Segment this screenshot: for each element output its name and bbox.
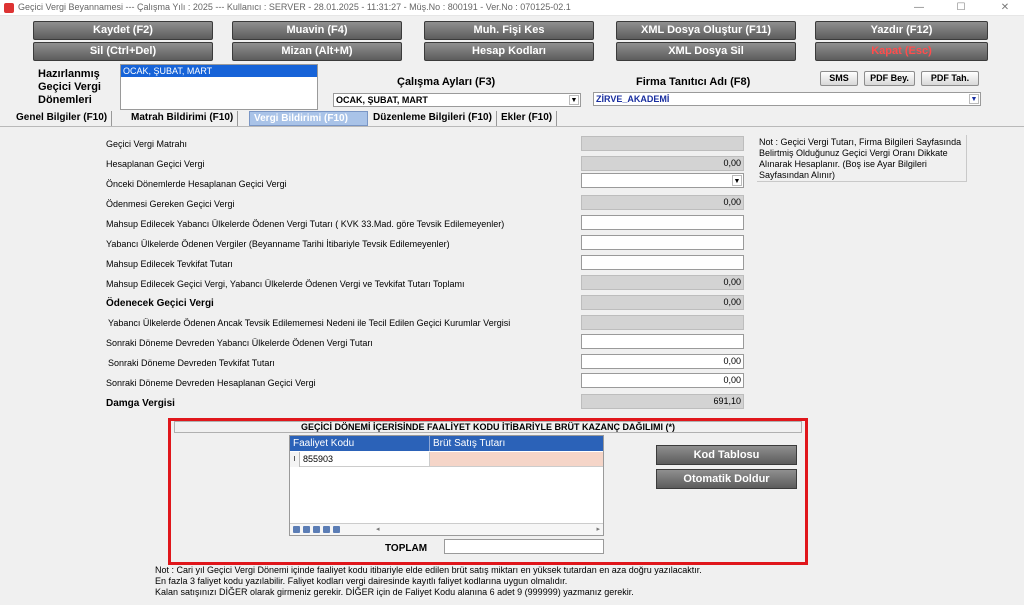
field-hesaplanan-gecici-vergi: 0,00 — [581, 156, 744, 171]
minimize-button[interactable]: — — [904, 0, 934, 16]
window-title: Geçici Vergi Beyannamesi --- Çalışma Yıl… — [18, 2, 571, 12]
row-label-tecil-edilen: Yabancı Ülkelerde Ödenen Ancak Tevsik Ed… — [108, 318, 511, 328]
close-window-button[interactable]: ✕ — [990, 0, 1020, 16]
field-odenmesi-gereken: 0,00 — [581, 195, 744, 210]
field-devreden-yabanci[interactable] — [581, 334, 744, 349]
firm-combo[interactable]: ZİRVE_AKADEMİ ▼ — [593, 92, 981, 106]
field-mahsup-yabanci[interactable] — [581, 215, 744, 230]
row-label-gecici-vergi-matrahi: Geçici Vergi Matrahı — [106, 139, 188, 149]
mizan-button[interactable]: Mizan (Alt+M) — [232, 42, 402, 61]
months-label: Çalışma Ayları (F3) — [397, 76, 496, 88]
periods-listbox[interactable]: OCAK, ŞUBAT, MART — [120, 64, 318, 110]
row-label-mahsup-toplami: Mahsup Edilecek Geçici Vergi, Yabancı Ül… — [106, 279, 465, 289]
main-window: Geçici Vergi Beyannamesi --- Çalışma Yıl… — [0, 0, 1024, 605]
kapat-button[interactable]: Kapat (Esc) — [815, 42, 988, 61]
chevron-down-icon[interactable]: ▼ — [969, 94, 979, 104]
bottom-note-3: Kalan satışınızı DİĞER olarak girmeniz g… — [155, 587, 634, 597]
bottom-note-1: Not : Cari yıl Geçici Vergi Dönemi içind… — [155, 565, 702, 575]
field-mahsup-toplami: 0,00 — [581, 275, 744, 290]
sil-button[interactable]: Sil (Ctrl+Del) — [33, 42, 213, 61]
row-label-odenmesi-gereken: Ödenmesi Gereken Geçici Vergi — [106, 199, 235, 209]
hesap-kodlari-button[interactable]: Hesap Kodları — [424, 42, 594, 61]
row-label-devreden-yabanci: Sonraki Döneme Devreden Yabancı Ülkelerd… — [106, 338, 373, 348]
field-odenecek-gecici-vergi: 0,00 — [581, 295, 744, 310]
pdf-bey-button[interactable]: PDF Bey. — [864, 71, 915, 86]
xml-sil-button[interactable]: XML Dosya Sil — [616, 42, 796, 61]
row-label-tevkifat: Mahsup Edilecek Tevkifat Tutarı — [106, 259, 233, 269]
muavin-button[interactable]: Muavin (F4) — [232, 21, 402, 40]
title-bar: Geçici Vergi Beyannamesi --- Çalışma Yıl… — [0, 0, 1024, 16]
row-label-devreden-tevkifat: Sonraki Döneme Devreden Tevkifat Tutarı — [108, 358, 275, 368]
chevron-down-icon[interactable]: ▼ — [732, 175, 742, 186]
tab-genel-bilgiler[interactable]: Genel Bilgiler (F10) — [12, 111, 113, 126]
months-combo[interactable]: OCAK, ŞUBAT, MART ▼ — [333, 93, 581, 107]
field-damga-vergisi: 691,10 — [581, 394, 744, 409]
app-icon — [4, 3, 14, 13]
tab-vergi-bildirimi[interactable]: Vergi Bildirimi (F10) — [249, 111, 368, 126]
chevron-down-icon[interactable]: ▼ — [569, 95, 579, 105]
field-tecil-edilen — [581, 315, 744, 330]
info-note: Not : Geçici Vergi Tutarı, Firma Bilgile… — [757, 135, 967, 182]
tab-matrah-bildirimi[interactable]: Matrah Bildirimi (F10) — [127, 111, 239, 126]
periods-label-line3: Dönemleri — [38, 94, 92, 106]
field-gecici-vergi-matrahi — [581, 136, 744, 151]
field-devreden-hesaplanan[interactable]: 0,00 — [581, 373, 744, 388]
tab-duzenleme-bilgileri[interactable]: Düzenleme Bilgileri (F10) — [369, 111, 497, 126]
row-label-mahsup-yabanci: Mahsup Edilecek Yabancı Ülkelerde Ödenen… — [106, 219, 505, 229]
tab-ekler[interactable]: Ekler (F10) — [497, 111, 558, 126]
maximize-button[interactable]: ☐ — [946, 0, 976, 16]
field-onceki-donem-select[interactable]: ▼ — [581, 173, 744, 188]
field-tevkifat[interactable] — [581, 255, 744, 270]
row-label-odenecek-gecici-vergi: Ödenecek Geçici Vergi — [106, 298, 214, 309]
sms-button[interactable]: SMS — [820, 71, 858, 86]
periods-list-item-selected[interactable]: OCAK, ŞUBAT, MART — [121, 65, 317, 77]
yazdir-button[interactable]: Yazdır (F12) — [815, 21, 988, 40]
firm-label: Firma Tanıtıcı Adı (F8) — [636, 76, 751, 88]
bottom-note-2: En fazla 3 faliyet kodu yazılabilir. Fal… — [155, 576, 568, 586]
field-yabanci-ulkelerde[interactable] — [581, 235, 744, 250]
months-combo-value: OCAK, ŞUBAT, MART — [336, 95, 428, 105]
pdf-tah-button[interactable]: PDF Tah. — [921, 71, 979, 86]
row-label-onceki-donem: Önceki Dönemlerde Hesaplanan Geçici Verg… — [106, 179, 287, 189]
row-label-devreden-hesaplanan: Sonraki Döneme Devreden Hesaplanan Geçic… — [106, 378, 316, 388]
row-label-hesaplanan-gecici-vergi: Hesaplanan Geçici Vergi — [106, 159, 205, 169]
periods-label-line2: Geçici Vergi — [38, 81, 101, 93]
xml-olustur-button[interactable]: XML Dosya Oluştur (F11) — [616, 21, 796, 40]
field-devreden-tevkifat[interactable]: 0,00 — [581, 354, 744, 369]
periods-label-line1: Hazırlanmış — [38, 68, 100, 80]
row-label-damga-vergisi: Damga Vergisi — [106, 398, 175, 409]
row-label-yabanci-ulkelerde: Yabancı Ülkelerde Ödenen Vergiler (Beyan… — [106, 239, 450, 249]
muh-fisi-kes-button[interactable]: Muh. Fişi Kes — [424, 21, 594, 40]
firm-combo-value: ZİRVE_AKADEMİ — [596, 94, 670, 104]
highlight-box — [168, 418, 808, 565]
kaydet-button[interactable]: Kaydet (F2) — [33, 21, 213, 40]
